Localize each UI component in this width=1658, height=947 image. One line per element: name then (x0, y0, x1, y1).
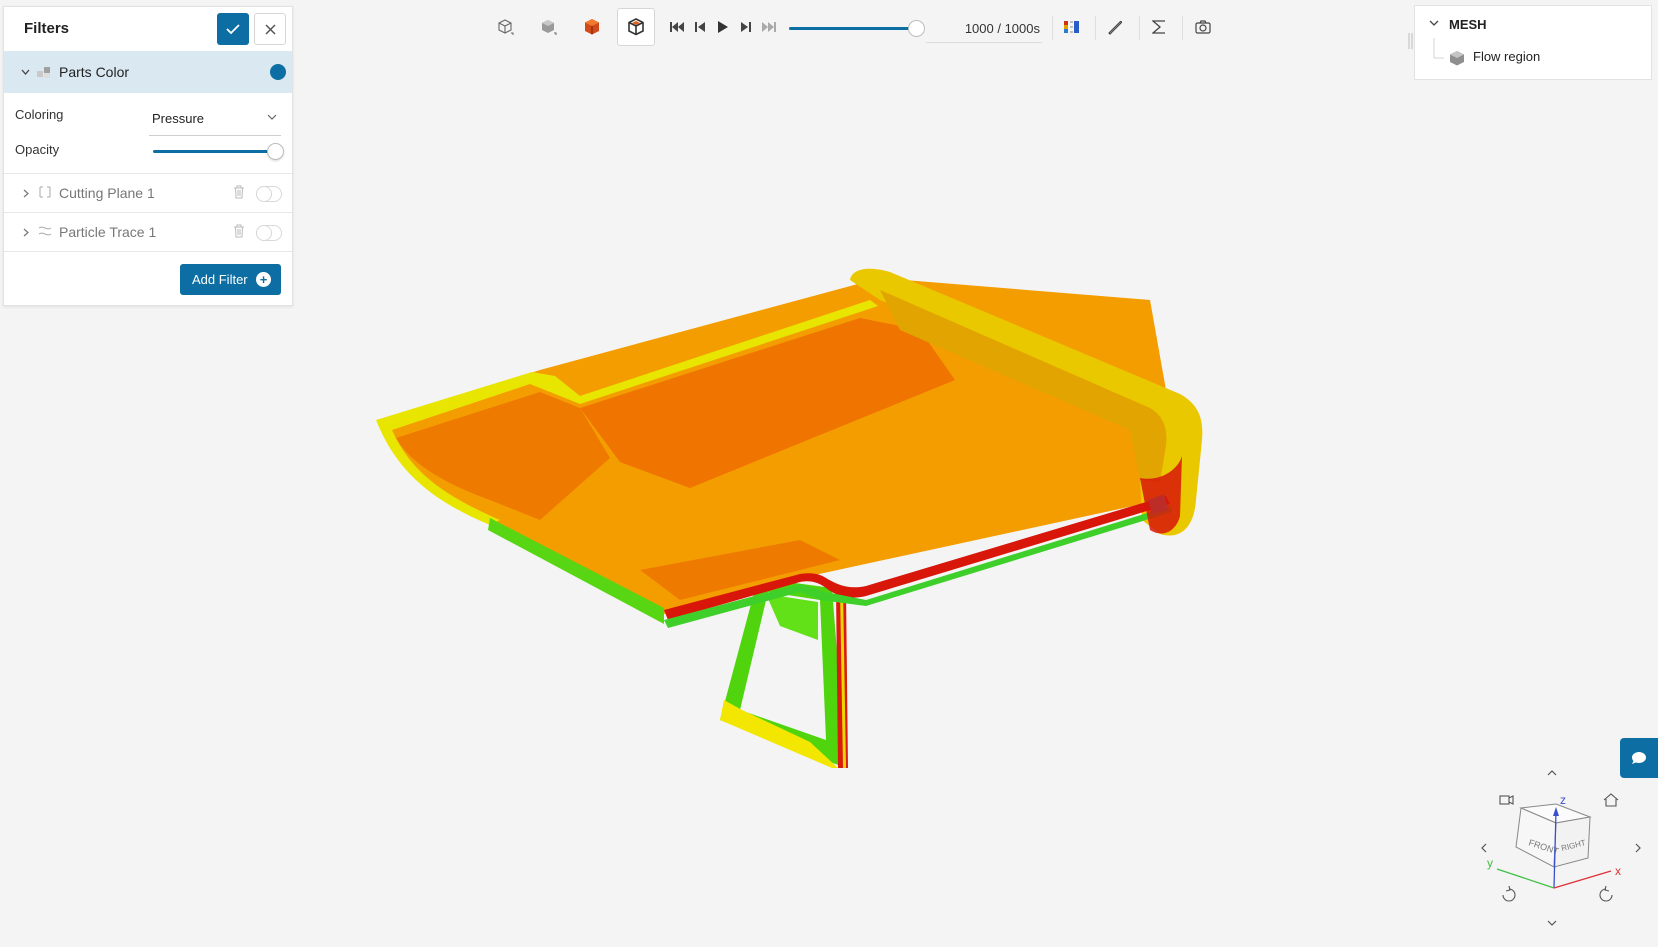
parts-color-toggle[interactable] (260, 64, 286, 80)
axis-x-label: x (1615, 864, 1621, 878)
mesh-part-icon (1450, 51, 1464, 66)
chevron-left-icon[interactable] (1481, 843, 1487, 853)
surface-icon[interactable] (578, 13, 606, 41)
filters-header: Filters (4, 7, 292, 51)
chevron-down-icon[interactable] (20, 67, 30, 77)
home-icon[interactable] (1603, 793, 1619, 807)
coloring-select[interactable]: Pressure (149, 103, 281, 136)
mesh-tree-title: MESH (1449, 17, 1487, 32)
video-camera-icon[interactable] (1499, 795, 1514, 805)
chevron-down-icon[interactable] (1547, 920, 1557, 926)
rotate-left-icon[interactable] (1502, 885, 1516, 902)
toolbar-separator (1139, 16, 1140, 40)
sigma-icon[interactable] (1145, 13, 1173, 41)
confirm-button[interactable] (217, 13, 249, 45)
view-cube-icon[interactable] (491, 13, 519, 41)
axis-y-label: y (1487, 856, 1493, 870)
chevron-down-icon[interactable] (1429, 20, 1439, 27)
chevron-right-icon[interactable] (1635, 843, 1641, 853)
particle-trace-toggle[interactable] (256, 225, 282, 241)
filter-label-cutting-plane: Cutting Plane 1 (59, 185, 155, 201)
filters-panel: Filters Parts Color Coloring Pressure Op… (3, 6, 293, 306)
add-filter-button[interactable]: Add Filter + (180, 264, 281, 295)
filter-row-cutting-plane[interactable]: Cutting Plane 1 (4, 174, 292, 212)
opacity-label: Opacity (15, 142, 60, 157)
camera-icon[interactable] (1189, 13, 1217, 41)
mesh-item-flow-region[interactable]: Flow region (1473, 49, 1540, 64)
time-slider-track[interactable] (789, 27, 917, 30)
chevron-right-icon[interactable] (21, 227, 31, 237)
trash-icon[interactable] (233, 185, 245, 199)
parts-color-icon (37, 67, 50, 78)
plus-icon: + (256, 272, 271, 287)
chevron-up-icon[interactable] (1547, 770, 1557, 776)
add-filter-label: Add Filter (192, 272, 248, 287)
trash-icon[interactable] (233, 224, 245, 238)
opacity-slider-thumb[interactable] (267, 143, 284, 160)
toolbar-separator (1052, 16, 1053, 40)
particle-trace-icon (38, 226, 52, 236)
opacity-slider-track[interactable] (153, 150, 275, 153)
legend-icon[interactable] (1058, 13, 1086, 41)
filter-label-particle-trace: Particle Trace 1 (59, 224, 157, 240)
tree-connector (1433, 38, 1444, 59)
coloring-value: Pressure (152, 111, 205, 126)
skip-forward-icon[interactable] (755, 13, 783, 41)
mesh-tree-panel: MESH Flow region (1414, 5, 1652, 80)
rotate-right-icon[interactable] (1599, 885, 1613, 902)
cutting-plane-icon (39, 186, 51, 198)
filter-row-particle-trace[interactable]: Particle Trace 1 (4, 213, 292, 251)
check-icon (226, 24, 240, 35)
chevron-down-icon (267, 114, 277, 120)
probe-icon[interactable] (1101, 13, 1129, 41)
shaded-cube-icon[interactable] (534, 13, 562, 41)
cutting-plane-toggle[interactable] (256, 186, 282, 202)
filter-row-parts-color[interactable]: Parts Color (4, 51, 292, 93)
divider (4, 251, 292, 252)
close-button[interactable] (254, 13, 286, 45)
orientation-cube[interactable]: FRONT RIGHT (1515, 803, 1592, 868)
filter-label-parts-color: Parts Color (59, 64, 130, 80)
filters-title: Filters (24, 20, 70, 37)
toolbar-separator (1182, 16, 1183, 40)
chevron-right-icon[interactable] (21, 188, 31, 198)
coloring-label: Coloring (15, 107, 64, 122)
navigation-cube[interactable]: FRONT RIGHT z x y (1464, 761, 1644, 931)
wireframe-icon[interactable] (617, 8, 655, 46)
axis-z-label: z (1560, 793, 1566, 807)
time-readout[interactable]: 1000 / 1000s (926, 18, 1042, 43)
close-icon (264, 23, 276, 35)
toolbar-separator (1095, 16, 1096, 40)
time-label: 1000 / 1000s (964, 21, 1040, 36)
time-slider-thumb[interactable] (908, 20, 925, 37)
